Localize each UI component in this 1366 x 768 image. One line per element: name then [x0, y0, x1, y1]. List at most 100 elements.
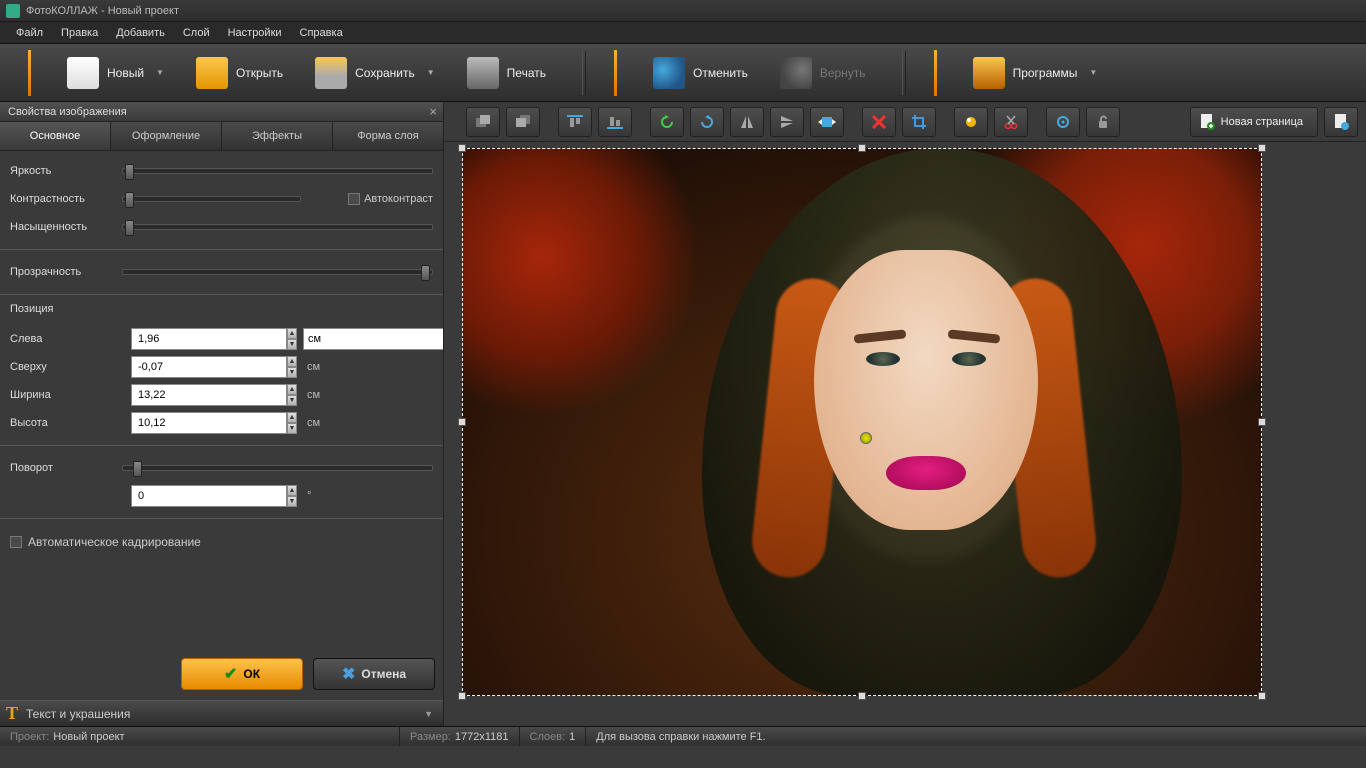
resize-handle-bm[interactable]: [858, 692, 866, 700]
panel-button-row: ✔ОК ✖Отмена: [0, 648, 443, 700]
fit-width-button[interactable]: [810, 107, 844, 137]
new-page-button[interactable]: Новая страница: [1190, 107, 1318, 137]
top-input[interactable]: [131, 356, 287, 378]
tab-effects[interactable]: Эффекты: [222, 122, 333, 150]
saturation-label: Насыщенность: [10, 221, 118, 233]
status-size-value: 1772x1181: [455, 731, 509, 743]
undo-icon: [653, 57, 685, 89]
resize-handle-mr[interactable]: [1258, 418, 1266, 426]
unit-select[interactable]: ▼: [303, 328, 371, 350]
menu-edit[interactable]: Правка: [53, 24, 106, 42]
saturation-slider[interactable]: [122, 224, 433, 230]
height-spin[interactable]: ▲▼: [131, 412, 297, 434]
degree-label: °: [307, 490, 311, 502]
crop-button[interactable]: [902, 107, 936, 137]
app-icon: [6, 4, 20, 18]
canvas-toolbar: Новая страница: [444, 102, 1366, 142]
page-plus-icon: [1199, 113, 1215, 131]
redo-icon: [780, 57, 812, 89]
rotate-spin[interactable]: ▲▼: [131, 485, 297, 507]
ok-button[interactable]: ✔ОК: [181, 658, 303, 690]
resize-handle-tr[interactable]: [1258, 144, 1266, 152]
toolbar-undo-button[interactable]: Отменить: [645, 53, 756, 93]
menu-file[interactable]: Файл: [8, 24, 51, 42]
rotate-cw-button[interactable]: [690, 107, 724, 137]
lock-button[interactable]: [1086, 107, 1120, 137]
menu-add[interactable]: Добавить: [108, 24, 173, 42]
panel-body: Яркость Контрастность Автоконтраст Насыщ…: [0, 151, 443, 648]
left-input[interactable]: [131, 328, 287, 350]
toolbar-accent: [614, 50, 617, 96]
cancel-button[interactable]: ✖Отмена: [313, 658, 435, 690]
resize-handle-br[interactable]: [1258, 692, 1266, 700]
new-file-icon: [67, 57, 99, 89]
height-input[interactable]: [131, 412, 287, 434]
close-icon[interactable]: ×: [429, 104, 437, 119]
chevron-down-icon: ▼: [156, 68, 164, 77]
layer-back-button[interactable]: [506, 107, 540, 137]
section-position-header: Позиция: [10, 303, 433, 315]
tab-basic[interactable]: Основное: [0, 122, 111, 150]
layer-front-button[interactable]: [466, 107, 500, 137]
toolbar-new-button[interactable]: Новый▼: [59, 53, 172, 93]
rotation-handle[interactable]: [860, 432, 872, 444]
width-label: Ширина: [10, 389, 125, 401]
menu-settings[interactable]: Настройки: [220, 24, 290, 42]
chevron-down-icon: ▼: [424, 709, 433, 719]
text-icon: T: [6, 703, 18, 724]
opacity-slider[interactable]: [122, 269, 433, 275]
width-input[interactable]: [131, 384, 287, 406]
status-layers-label: Слоев:: [530, 731, 566, 743]
workspace: Свойства изображения × Основное Оформлен…: [0, 102, 1366, 726]
flip-horizontal-button[interactable]: [730, 107, 764, 137]
align-bottom-button[interactable]: [598, 107, 632, 137]
chevron-down-icon: ▼: [427, 68, 435, 77]
rotate-label: Поворот: [10, 462, 118, 474]
rotate-slider[interactable]: [122, 465, 433, 471]
text-decorations-button[interactable]: T Текст и украшения ▼: [0, 700, 443, 726]
top-spin[interactable]: ▲▼: [131, 356, 297, 378]
contrast-slider[interactable]: [122, 196, 301, 202]
tab-design[interactable]: Оформление: [111, 122, 222, 150]
toolbar-print-button[interactable]: Печать: [459, 53, 554, 93]
left-spin[interactable]: ▲▼: [131, 328, 297, 350]
toolbar-open-button[interactable]: Открыть: [188, 53, 291, 93]
resize-handle-bl[interactable]: [458, 692, 466, 700]
page-settings-button[interactable]: [1324, 107, 1358, 137]
top-label: Сверху: [10, 361, 125, 373]
canvas-stage[interactable]: [444, 142, 1366, 726]
rotate-ccw-button[interactable]: [650, 107, 684, 137]
magic-button[interactable]: [954, 107, 988, 137]
settings-button[interactable]: [1046, 107, 1080, 137]
selection-frame[interactable]: [462, 148, 1262, 696]
opacity-label: Прозрачность: [10, 266, 118, 278]
autocontrast-checkbox[interactable]: Автоконтраст: [348, 193, 433, 205]
status-project-label: Проект:: [10, 731, 49, 743]
resize-handle-tm[interactable]: [858, 144, 866, 152]
delete-button[interactable]: [862, 107, 896, 137]
align-top-button[interactable]: [558, 107, 592, 137]
toolbar-save-button[interactable]: Сохранить▼: [307, 53, 443, 93]
autocrop-checkbox[interactable]: Автоматическое кадрирование: [10, 527, 433, 557]
window-title: ФотоКОЛЛАЖ - Новый проект: [26, 5, 179, 17]
panel-header: Свойства изображения ×: [0, 102, 443, 122]
toolbar-redo-button[interactable]: Вернуть: [772, 53, 874, 93]
brightness-slider[interactable]: [122, 168, 433, 174]
menubar: Файл Правка Добавить Слой Настройки Спра…: [0, 22, 1366, 44]
window-titlebar: ФотоКОЛЛАЖ - Новый проект: [0, 0, 1366, 22]
toolbar-accent: [28, 50, 31, 96]
status-size-label: Размер:: [410, 731, 451, 743]
cut-button[interactable]: [994, 107, 1028, 137]
toolbar-programs-button[interactable]: Программы▼: [965, 53, 1106, 93]
properties-panel: Свойства изображения × Основное Оформлен…: [0, 102, 444, 726]
chevron-down-icon: ▼: [1089, 68, 1097, 77]
rotate-input[interactable]: [131, 485, 287, 507]
status-project-value: Новый проект: [53, 731, 124, 743]
flip-vertical-button[interactable]: [770, 107, 804, 137]
width-spin[interactable]: ▲▼: [131, 384, 297, 406]
menu-help[interactable]: Справка: [292, 24, 351, 42]
resize-handle-tl[interactable]: [458, 144, 466, 152]
menu-layer[interactable]: Слой: [175, 24, 218, 42]
resize-handle-ml[interactable]: [458, 418, 466, 426]
tab-shape[interactable]: Форма слоя: [333, 122, 443, 150]
